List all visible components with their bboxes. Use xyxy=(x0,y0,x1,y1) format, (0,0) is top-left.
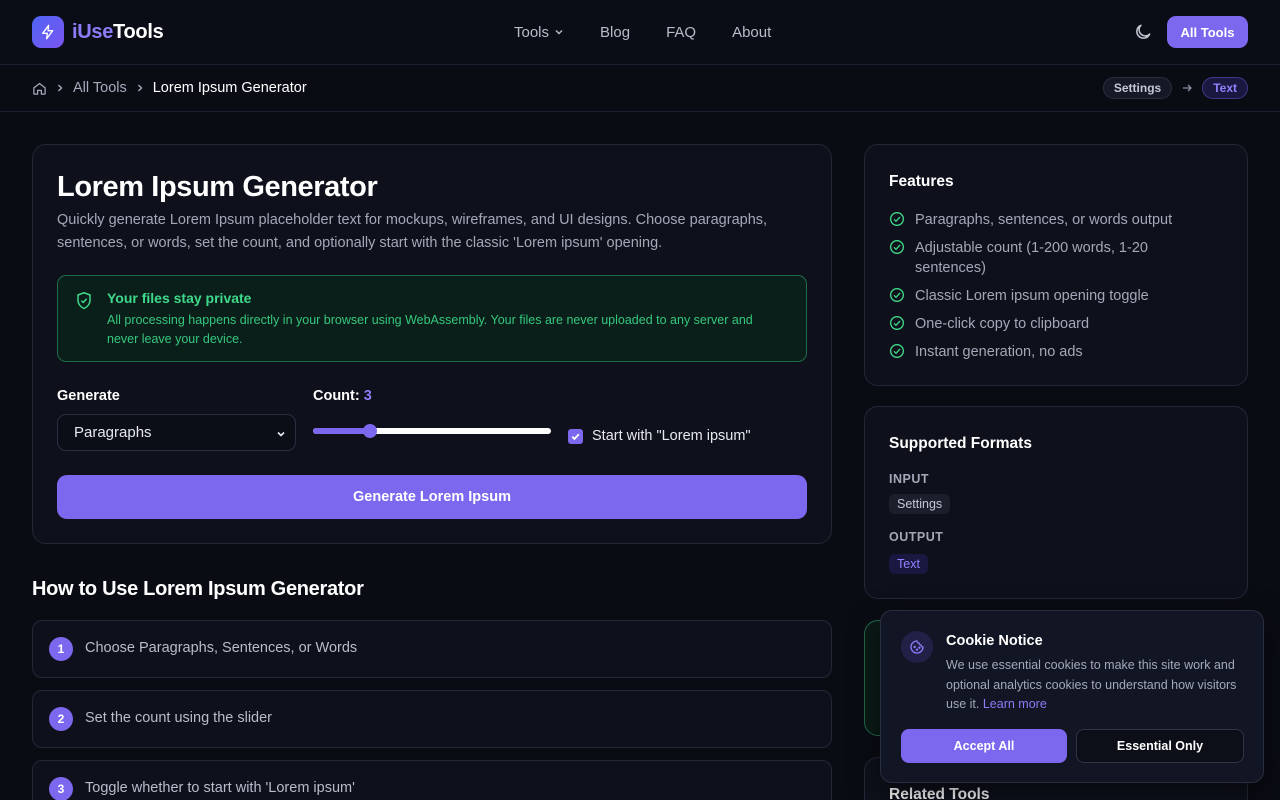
chevron-down-icon xyxy=(277,431,285,437)
step-text: Choose Paragraphs, Sentences, or Words xyxy=(85,640,358,656)
count-label: Count: 3 xyxy=(313,388,372,404)
check-icon xyxy=(571,433,580,441)
format-flow: Settings Text xyxy=(1102,77,1248,99)
privacy-text: All processing happens directly in your … xyxy=(107,313,753,346)
howto-title: How to Use Lorem Ipsum Generator xyxy=(32,578,364,600)
privacy-notice: Your files stay private All processing h… xyxy=(57,275,807,362)
breadcrumb-bar: All Tools Lorem Ipsum Generator Settings… xyxy=(0,65,1280,112)
shield-check-icon xyxy=(75,291,93,316)
related-title: Related Tools xyxy=(889,786,990,800)
slider-fill xyxy=(313,428,371,434)
home-icon[interactable] xyxy=(32,81,47,96)
generate-button[interactable]: Generate Lorem Ipsum xyxy=(57,475,807,519)
feature-item: One-click copy to clipboard xyxy=(889,314,1215,334)
moon-icon[interactable] xyxy=(1133,22,1153,42)
cookie-icon xyxy=(901,631,933,663)
howto-step: 1 Choose Paragraphs, Sentences, or Words xyxy=(32,620,832,678)
input-format-label: INPUT xyxy=(889,472,929,486)
generate-type-value: Paragraphs xyxy=(74,424,152,441)
check-circle-icon xyxy=(890,344,904,358)
count-slider[interactable] xyxy=(313,424,551,438)
chevron-right-icon xyxy=(55,83,65,93)
features-card: Features Paragraphs, sentences, or words… xyxy=(864,144,1248,386)
output-format-badge: Text xyxy=(889,554,928,574)
nav-blog[interactable]: Blog xyxy=(600,24,630,41)
formats-card: Supported Formats INPUT Settings OUTPUT … xyxy=(864,406,1248,599)
cookie-notice: Cookie Notice We use essential cookies t… xyxy=(880,610,1264,783)
step-text: Set the count using the slider xyxy=(85,710,273,726)
step-number: 3 xyxy=(49,777,73,800)
howto-step: 2 Set the count using the slider xyxy=(32,690,832,748)
step-number: 1 xyxy=(49,637,73,661)
tool-card: Lorem Ipsum Generator Quickly generate L… xyxy=(32,144,832,544)
cookie-title: Cookie Notice xyxy=(946,633,1043,649)
check-circle-icon xyxy=(890,240,904,254)
feature-item: Instant generation, no ads xyxy=(889,342,1215,362)
output-format-label: OUTPUT xyxy=(889,530,944,544)
page-title: Lorem Ipsum Generator xyxy=(57,171,378,203)
lorem-start-label[interactable]: Start with "Lorem ipsum" xyxy=(592,428,751,444)
tool-description: Quickly generate Lorem Ipsum placeholder… xyxy=(57,212,768,251)
essential-only-button[interactable]: Essential Only xyxy=(1076,729,1244,763)
generate-type-select[interactable]: Paragraphs xyxy=(57,414,296,451)
privacy-title: Your files stay private xyxy=(107,290,252,306)
lightning-icon xyxy=(32,16,64,48)
nav-tools[interactable]: Tools xyxy=(514,24,564,41)
logo-text: iUseTools xyxy=(72,20,164,43)
step-text: Toggle whether to start with 'Lorem ipsu… xyxy=(85,780,355,796)
main-nav: Tools Blog FAQ About xyxy=(514,0,807,64)
feature-item: Classic Lorem ipsum opening toggle xyxy=(889,286,1215,306)
check-circle-icon xyxy=(890,212,904,226)
input-format-badge: Settings xyxy=(889,494,951,514)
all-tools-button[interactable]: All Tools xyxy=(1167,16,1248,48)
chevron-down-icon xyxy=(555,30,563,35)
site-header: iUseTools Tools Blog FAQ About All Tools xyxy=(0,0,1280,65)
lorem-start-checkbox[interactable] xyxy=(568,429,583,444)
breadcrumb-current: Lorem Ipsum Generator xyxy=(152,80,307,96)
arrow-right-icon xyxy=(1181,82,1193,94)
slider-thumb[interactable] xyxy=(363,424,378,438)
flow-input-badge: Settings xyxy=(1102,77,1173,99)
logo[interactable]: iUseTools xyxy=(32,16,164,48)
features-title: Features xyxy=(889,173,954,190)
accept-all-button[interactable]: Accept All xyxy=(901,729,1067,763)
breadcrumb-all-tools[interactable]: All Tools xyxy=(73,80,127,96)
formats-title: Supported Formats xyxy=(889,435,1032,452)
check-circle-icon xyxy=(890,288,904,302)
breadcrumb: All Tools Lorem Ipsum Generator xyxy=(32,65,307,111)
howto-step: 3 Toggle whether to start with 'Lorem ip… xyxy=(32,760,832,800)
step-number: 2 xyxy=(49,707,73,731)
flow-output-badge: Text xyxy=(1202,77,1248,99)
chevron-right-icon xyxy=(135,83,145,93)
check-circle-icon xyxy=(890,316,904,330)
cookie-text: We use essential cookies to make this si… xyxy=(946,658,1237,711)
feature-item: Adjustable count (1-200 words, 1-20 sent… xyxy=(889,238,1175,278)
learn-more-link[interactable]: Learn more xyxy=(983,697,1047,711)
count-value: 3 xyxy=(363,388,372,404)
nav-about[interactable]: About xyxy=(732,24,771,41)
feature-item: Paragraphs, sentences, or words output xyxy=(889,210,1215,230)
generate-label: Generate xyxy=(57,388,120,404)
nav-faq[interactable]: FAQ xyxy=(666,24,696,41)
